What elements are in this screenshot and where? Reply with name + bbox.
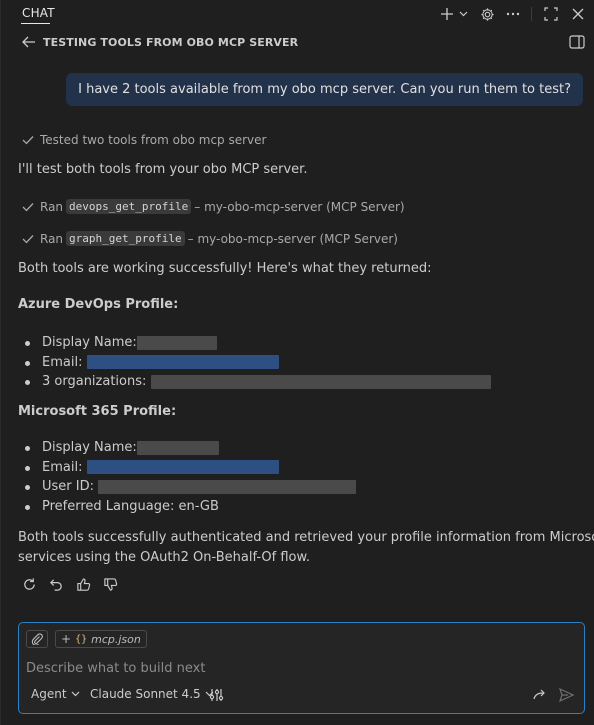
user-message: I have 2 tools available from my obo mcp… xyxy=(66,73,583,106)
chat-prompt-input[interactable] xyxy=(26,659,566,677)
list-item: Email: xyxy=(25,353,491,373)
plus-icon: + xyxy=(61,632,72,646)
retry-icon[interactable] xyxy=(21,576,38,593)
list-item: 3 organizations: xyxy=(25,372,491,392)
tool-name: devops_get_profile xyxy=(66,199,192,214)
plus-icon[interactable] xyxy=(439,5,455,23)
list-item: Display Name: xyxy=(24,438,356,458)
chevron-down-icon xyxy=(71,691,79,697)
summary-line-2: services using the OAuth2 On-Behalf-Of f… xyxy=(18,550,311,565)
thumbs-up-icon[interactable] xyxy=(75,576,92,593)
tool-run-prefix: Ran xyxy=(40,199,64,214)
tool-run-item[interactable]: Ran devops_get_profile – my-obo-mcp-serv… xyxy=(22,199,405,214)
delegate-arrow-icon[interactable] xyxy=(532,687,548,703)
more-icon[interactable] xyxy=(505,5,521,23)
tool-run-prefix: Ran xyxy=(40,231,64,246)
redacted-value xyxy=(136,335,217,350)
redacted-value xyxy=(98,479,357,494)
summary-line-1: Both tools successfully authenticated an… xyxy=(18,530,594,545)
list-item: Display Name: xyxy=(25,333,491,353)
list-item: User ID: xyxy=(24,477,357,497)
devops-list: Display Name: Email: 3 organizations: xyxy=(25,333,491,392)
m365-heading: Microsoft 365 Profile: xyxy=(18,404,177,419)
check-icon xyxy=(22,136,34,145)
undo-icon[interactable] xyxy=(48,576,65,593)
tool-name: graph_get_profile xyxy=(66,231,185,246)
sidebar-toggle-icon[interactable] xyxy=(569,35,585,49)
json-file-icon: {} xyxy=(75,633,88,645)
paperclip-icon xyxy=(31,633,43,645)
context-chip[interactable]: + {} mcp.json xyxy=(55,630,147,648)
thinking-summary[interactable]: Tested two tools from obo mcp server xyxy=(22,133,266,147)
toolbar-divider xyxy=(531,7,532,21)
assistant-intro: I'll test both tools from your obo MCP s… xyxy=(18,162,308,177)
redacted-value xyxy=(86,460,279,474)
chat-header: TESTING TOOLS FROM OBO MCP SERVER xyxy=(1,30,594,54)
item-label: Display Name: xyxy=(42,335,137,350)
tab-active-indicator xyxy=(21,23,50,24)
item-label: 3 organizations: xyxy=(42,374,147,389)
mode-dropdown[interactable]: Agent xyxy=(31,687,80,701)
mode-label: Agent xyxy=(31,687,67,701)
m365-list: Display Name: Email: User ID: Preferred … xyxy=(24,438,357,517)
item-label: Preferred Language: en-GB xyxy=(42,498,219,514)
tool-run-item[interactable]: Ran graph_get_profile – my-obo-mcp-serve… xyxy=(22,231,398,246)
redacted-value xyxy=(136,440,219,455)
list-item: Preferred Language: en-GB xyxy=(24,497,356,517)
context-file-name: mcp.json xyxy=(91,632,141,646)
chevron-down-icon[interactable] xyxy=(458,5,468,23)
close-icon[interactable] xyxy=(570,5,586,23)
page-title: TESTING TOOLS FROM OBO MCP SERVER xyxy=(43,36,299,49)
check-icon xyxy=(22,202,34,211)
item-label: Email: xyxy=(42,354,83,370)
item-label: Display Name: xyxy=(42,440,137,455)
devops-heading: Azure DevOps Profile: xyxy=(18,297,179,312)
tools-icon[interactable] xyxy=(208,687,224,703)
tool-run-suffix: – my-obo-mcp-server (MCP Server) xyxy=(194,199,405,214)
list-item: Email: xyxy=(24,458,356,478)
model-dropdown[interactable]: Claude Sonnet 4.5 xyxy=(90,687,214,701)
gear-icon[interactable] xyxy=(479,5,495,23)
item-label: User ID: xyxy=(42,479,94,494)
redacted-value xyxy=(150,374,491,389)
thumbs-down-icon[interactable] xyxy=(102,576,119,593)
redacted-value xyxy=(86,355,279,369)
thinking-summary-label: Tested two tools from obo mcp server xyxy=(40,133,267,147)
top-bar: CHAT xyxy=(1,0,594,28)
chat-input-box: + {} mcp.json Agent Claude Sonnet 4.5 xyxy=(18,622,585,714)
response-actions xyxy=(21,576,119,593)
maximize-icon[interactable] xyxy=(543,5,559,23)
model-label: Claude Sonnet 4.5 xyxy=(90,687,201,701)
item-label: Email: xyxy=(42,459,83,475)
tab-chat[interactable]: CHAT xyxy=(22,6,55,20)
send-icon[interactable] xyxy=(558,687,574,703)
chat-panel: CHAT TESTING TOOLS FROM OBO MCP SERVER I… xyxy=(0,0,594,725)
result-intro: Both tools are working successfully! Her… xyxy=(18,261,432,276)
attach-context-button[interactable] xyxy=(26,630,48,648)
back-arrow-icon[interactable] xyxy=(21,34,37,50)
tool-run-suffix: – my-obo-mcp-server (MCP Server) xyxy=(187,231,398,246)
check-icon xyxy=(22,234,34,243)
